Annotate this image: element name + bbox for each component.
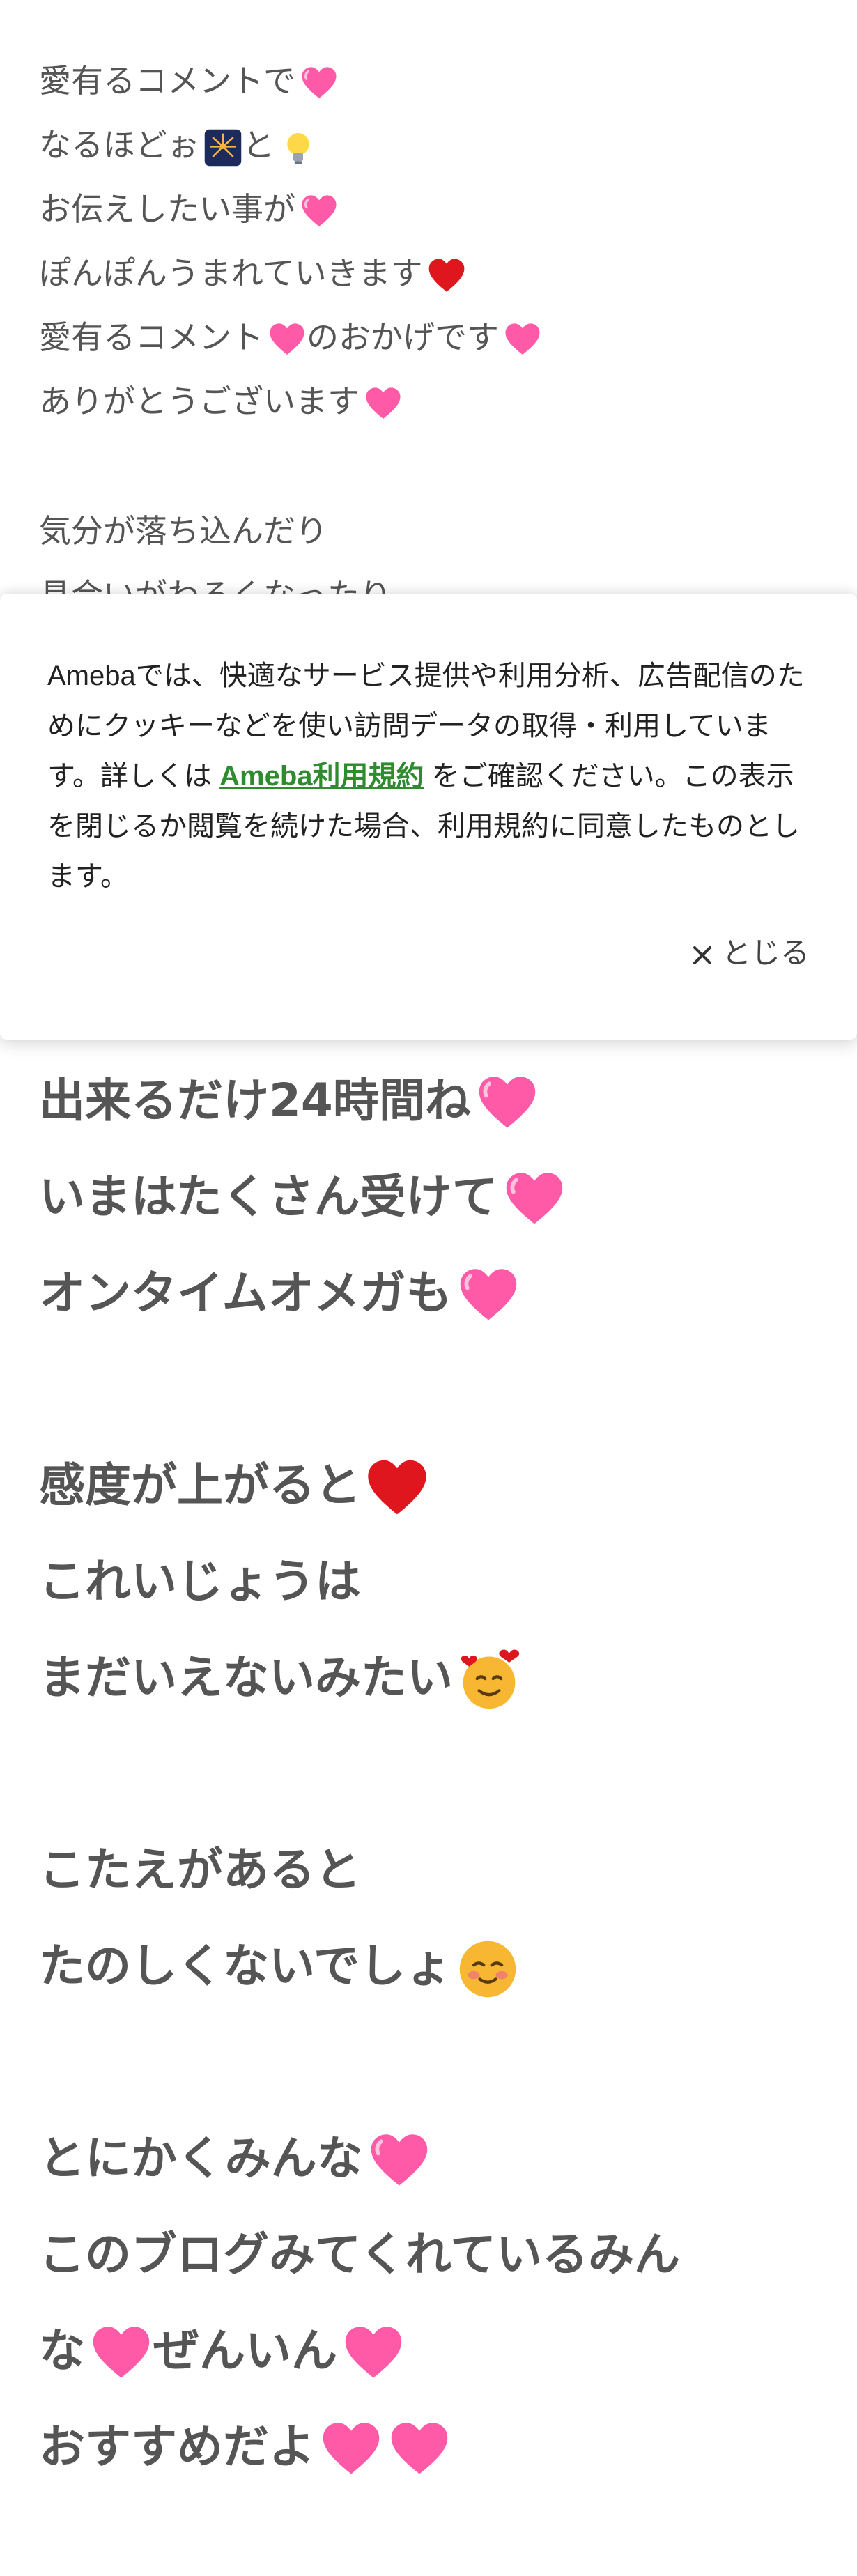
sparkling-heart-icon: [364, 385, 403, 424]
sparkling-heart-icon: [387, 2418, 451, 2482]
cookie-consent-text: Amebaでは、快適なサービス提供や利用分析、広告配信のためにクッキーなどを使い…: [47, 661, 805, 892]
text-line: このブログみてくれているみん: [39, 2228, 681, 2281]
text-line: お伝えしたい事が: [39, 184, 339, 231]
sparkling-heart-icon: [268, 321, 307, 360]
sparkling-heart-icon: [456, 1264, 520, 1328]
lightbulb-icon: [279, 128, 318, 167]
text-line: おすすめだよ: [39, 2409, 451, 2482]
smiling-face-with-hearts-icon: [457, 1649, 521, 1713]
text-line: まだいえないみたい: [39, 1640, 521, 1713]
text-line: なるほどぉと: [39, 120, 318, 167]
close-label: とじる: [721, 936, 810, 969]
blushing-face-icon: [456, 1937, 520, 2001]
sparkling-heart-icon: [475, 1072, 539, 1136]
sparkling-heart-icon: [89, 2322, 153, 2386]
text-line: これいじょうは: [39, 1555, 361, 1608]
fireworks-icon: [203, 128, 242, 167]
sparkling-heart-icon: [502, 1168, 566, 1232]
text-line: 気分が落ち込んだり: [39, 512, 327, 550]
text-line: ありがとうございます: [39, 376, 403, 424]
sparkling-heart-icon: [341, 2322, 406, 2386]
text-line: 出来るだけ24時間ね: [39, 1063, 539, 1136]
terms-of-use-link[interactable]: Ameba利用規約: [219, 761, 424, 792]
sparkling-heart-icon: [367, 2129, 431, 2193]
red-heart-icon: [427, 256, 466, 295]
text-line: オンタイムオメガも: [39, 1256, 520, 1328]
close-icon: [691, 940, 713, 964]
cookie-consent-banner: Amebaでは、快適なサービス提供や利用分析、広告配信のためにクッキーなどを使い…: [0, 594, 857, 1040]
sparkling-heart-icon: [300, 64, 339, 103]
sparkling-heart-icon: [319, 2418, 383, 2482]
blog-article-body: 愛有るコメントで なるほどぉと お伝えしたい事が ぽんぽんうまれていきます 愛有…: [0, 0, 857, 2576]
text-line: たのしくないでしょ: [39, 1929, 520, 2001]
text-line: ぽんぽんうまれていきます: [39, 248, 466, 295]
red-heart-icon: [365, 1456, 429, 1520]
text-line: なぜんいん: [39, 2313, 406, 2386]
text-line: いまはたくさん受けて: [39, 1159, 566, 1232]
close-button[interactable]: とじる: [691, 930, 810, 972]
text-line: 愛有るコメント のおかげです: [39, 312, 542, 360]
sparkling-heart-icon: [503, 321, 542, 360]
text-line: こたえがあると: [39, 1843, 361, 1897]
text-line: 愛有るコメントで: [39, 56, 339, 103]
sparkling-heart-icon: [300, 192, 339, 231]
text-line: 感度が上がると: [39, 1448, 429, 1520]
text-line: とにかくみんな: [39, 2121, 431, 2193]
